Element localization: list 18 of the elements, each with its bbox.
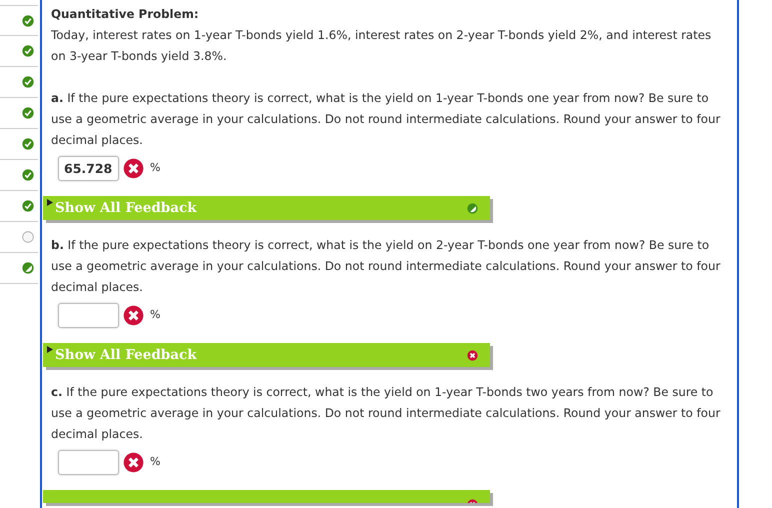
feedback-label: Show All Feedback (55, 346, 197, 365)
answer-field[interactable] (58, 303, 119, 328)
question-text: c. If the pure expectations theory is correct, what is the yield on 1-year T-bonds two years from now? Be sure to use a geometric average in your calculations. Do not round intermediate calculations. Round your answer to four decimal places. (51, 384, 722, 443)
feedback-label: Show All Feedback (55, 198, 197, 218)
answer-field[interactable]: 65.728 (58, 156, 119, 181)
feedback-bar[interactable]: Show All Feedback (43, 343, 490, 367)
percent-unit: % (150, 160, 160, 176)
percent-unit: % (150, 307, 160, 324)
feedback-bar[interactable] (43, 490, 490, 503)
answer-field[interactable] (58, 450, 119, 475)
percent-unit: % (150, 454, 160, 470)
feedback-bar[interactable]: Show All Feedback (43, 196, 490, 220)
question-text: b. If the pure expectations theory is correct, what is the yield on 2-year T-bonds one year from now? Be sure to use a geometric average in your calculations. Do not round intermediate calculations. Round your answer to four decimal places. (51, 237, 722, 296)
question-text: a. If the pure expectations theory is correct, what is the yield on 1-year T-bonds one year from now? Be sure to use a geometric average in your calculations. Do not round intermediate calculations. Round your answer to four decimal places. (51, 90, 722, 149)
problem-title: Quantitative Problem: (51, 6, 200, 23)
triangle-icon (47, 346, 53, 353)
problem-text: Today, interest rates on 1-year T-bonds yield 1.6%, interest rates on 2-year T-bonds yield 2%, and interest rates on 3-year T-bonds yield 3.8%. (51, 27, 712, 65)
triangle-icon (47, 198, 53, 206)
